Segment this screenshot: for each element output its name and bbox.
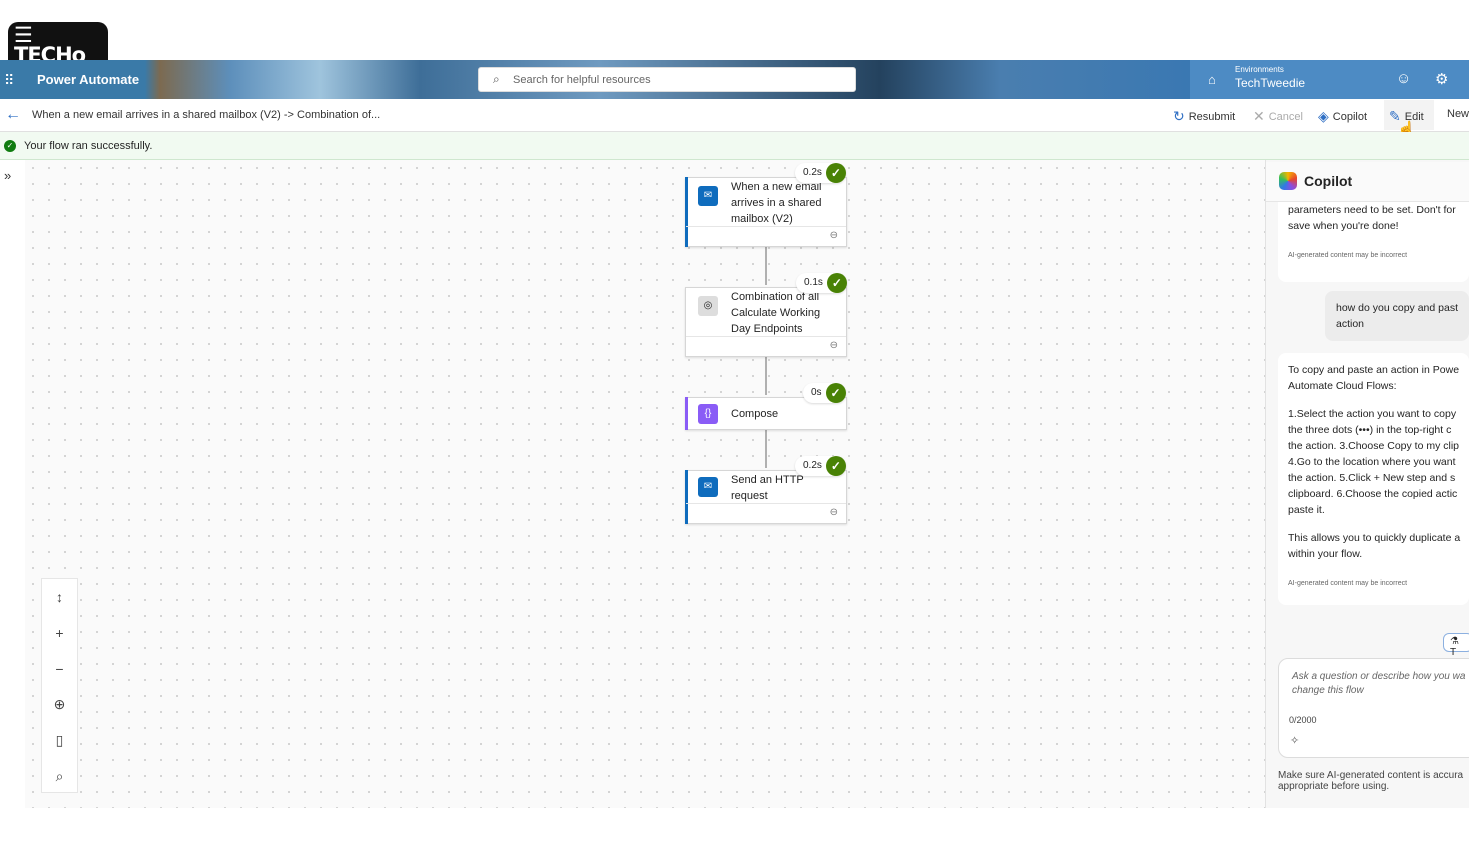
- step-title: Combination of all Calculate Working Day E…: [731, 291, 821, 335]
- fit-vertical-icon[interactable]: ↕: [42, 579, 77, 615]
- connector: [765, 247, 767, 285]
- copilot-button[interactable]: ◈ Copilot: [1318, 108, 1367, 125]
- zoom-out-icon[interactable]: −: [42, 651, 77, 687]
- success-message: Your flow ran successfully.: [24, 140, 153, 152]
- duration-badge: 0.1s ✓: [796, 273, 847, 293]
- refresh-icon: ↻: [1173, 108, 1185, 124]
- search-input[interactable]: ⌕ Search for helpful resources: [478, 67, 856, 92]
- cancel-label: Cancel: [1268, 110, 1303, 123]
- flow-step-child-flow[interactable]: ◎ Combination of all Calculate Working Day…: [685, 287, 847, 357]
- success-check-icon: ✓: [825, 163, 846, 183]
- duration-badge: 0s ✓: [803, 383, 846, 403]
- zoom-in-icon[interactable]: +: [42, 615, 77, 651]
- step-footer: ⊖: [686, 336, 846, 356]
- outlook-icon: ✉: [698, 477, 718, 497]
- link-icon[interactable]: ⊖: [830, 507, 838, 518]
- back-arrow-icon[interactable]: ←: [5, 106, 21, 124]
- minimap-icon[interactable]: ▯: [42, 722, 77, 758]
- search-icon[interactable]: ⌕: [42, 758, 77, 794]
- step-title: When a new email arrives in a shared mailb…: [731, 181, 822, 225]
- environment-label: Environments: [1235, 65, 1284, 74]
- app-launcher-icon[interactable]: ⠿: [4, 72, 20, 88]
- copilot-label: Copilot: [1332, 110, 1368, 123]
- step-accent: [685, 397, 688, 430]
- flow-step-trigger[interactable]: ✉ When a new email arrives in a shared mai…: [685, 177, 847, 247]
- duration-badge: 0.2s ✓: [795, 163, 846, 183]
- search-icon: ⌕: [493, 72, 500, 86]
- copilot-logo-icon: [1279, 172, 1297, 190]
- char-count: 0/2000: [1289, 715, 1317, 725]
- ai-disclaimer: AI-generated content may be incorrect: [1288, 580, 1408, 587]
- environment-icon: ⌂: [1208, 72, 1216, 87]
- outlook-icon: ✉: [698, 186, 718, 206]
- ai-disclaimer: AI-generated content may be incorrect: [1288, 252, 1408, 259]
- link-icon[interactable]: ⊖: [830, 230, 838, 241]
- close-icon: ✕: [1253, 108, 1265, 124]
- flow-breadcrumb: When a new email arrives in a shared mai…: [32, 109, 381, 121]
- copilot-title: Copilot: [1304, 173, 1353, 189]
- step-title: Compose: [731, 408, 779, 420]
- connector: [765, 357, 767, 395]
- resubmit-label: Resubmit: [1188, 110, 1236, 123]
- duration-badge: 0.2s ✓: [795, 456, 846, 476]
- user-message: how do you copy and past action: [1325, 291, 1469, 341]
- compose-icon: {}: [698, 404, 718, 424]
- step-footer: ⊖: [686, 226, 846, 246]
- success-check-icon: ✓: [825, 383, 846, 403]
- flow-canvas[interactable]: [25, 160, 1265, 808]
- new-button[interactable]: New: [1447, 108, 1469, 120]
- suggestion-chip[interactable]: ⚗ T: [1443, 633, 1469, 658]
- input-placeholder: Ask a question or describe how you wa cha…: [1292, 671, 1466, 696]
- copilot-input[interactable]: Ask a question or describe how you wa cha…: [1278, 658, 1469, 758]
- fit-view-icon[interactable]: ⊕: [42, 686, 77, 722]
- new-label: New: [1447, 108, 1469, 120]
- step-title: Send an HTTP request: [731, 474, 804, 502]
- copilot-footer-note: Make sure AI-generated content is accura…: [1278, 770, 1464, 792]
- resubmit-button[interactable]: ↻ Resubmit: [1173, 108, 1235, 125]
- settings-gear-icon[interactable]: ⚙: [1435, 70, 1448, 88]
- search-placeholder: Search for helpful resources: [513, 74, 651, 86]
- link-icon[interactable]: ⊖: [830, 340, 838, 351]
- step-footer: ⊖: [686, 503, 846, 523]
- success-check-icon: ✓: [825, 456, 846, 476]
- environment-value: TechTweedie: [1235, 76, 1306, 90]
- cancel-button[interactable]: ✕ Cancel: [1253, 108, 1303, 125]
- copilot-message: parameters need to be set. Don't for save…: [1278, 202, 1469, 282]
- check-circle-icon: ✓: [4, 140, 16, 152]
- sparkle-prompt-icon[interactable]: ✧: [1290, 734, 1299, 747]
- copilot-icon: ◈: [1318, 108, 1329, 124]
- expand-chevron-icon[interactable]: »: [4, 168, 11, 183]
- canvas-zoom-controls: ↕ + − ⊕ ▯ ⌕: [41, 578, 78, 793]
- child-flow-icon: ◎: [698, 296, 718, 316]
- success-banner: ✓ Your flow ran successfully.: [0, 132, 1469, 160]
- techtweedie-logo: ☰ TECHoTWEEDIE: [8, 22, 108, 62]
- connector: [765, 430, 767, 468]
- flow-step-http-request[interactable]: ✉ Send an HTTP request ⊖: [685, 470, 847, 524]
- feedback-smiley-icon[interactable]: ☺: [1396, 70, 1411, 87]
- app-name[interactable]: Power Automate: [37, 72, 139, 87]
- copilot-answer: To copy and paste an action in Powe Autom…: [1278, 353, 1469, 605]
- left-rail: [0, 160, 25, 808]
- success-check-icon: ✓: [826, 273, 847, 293]
